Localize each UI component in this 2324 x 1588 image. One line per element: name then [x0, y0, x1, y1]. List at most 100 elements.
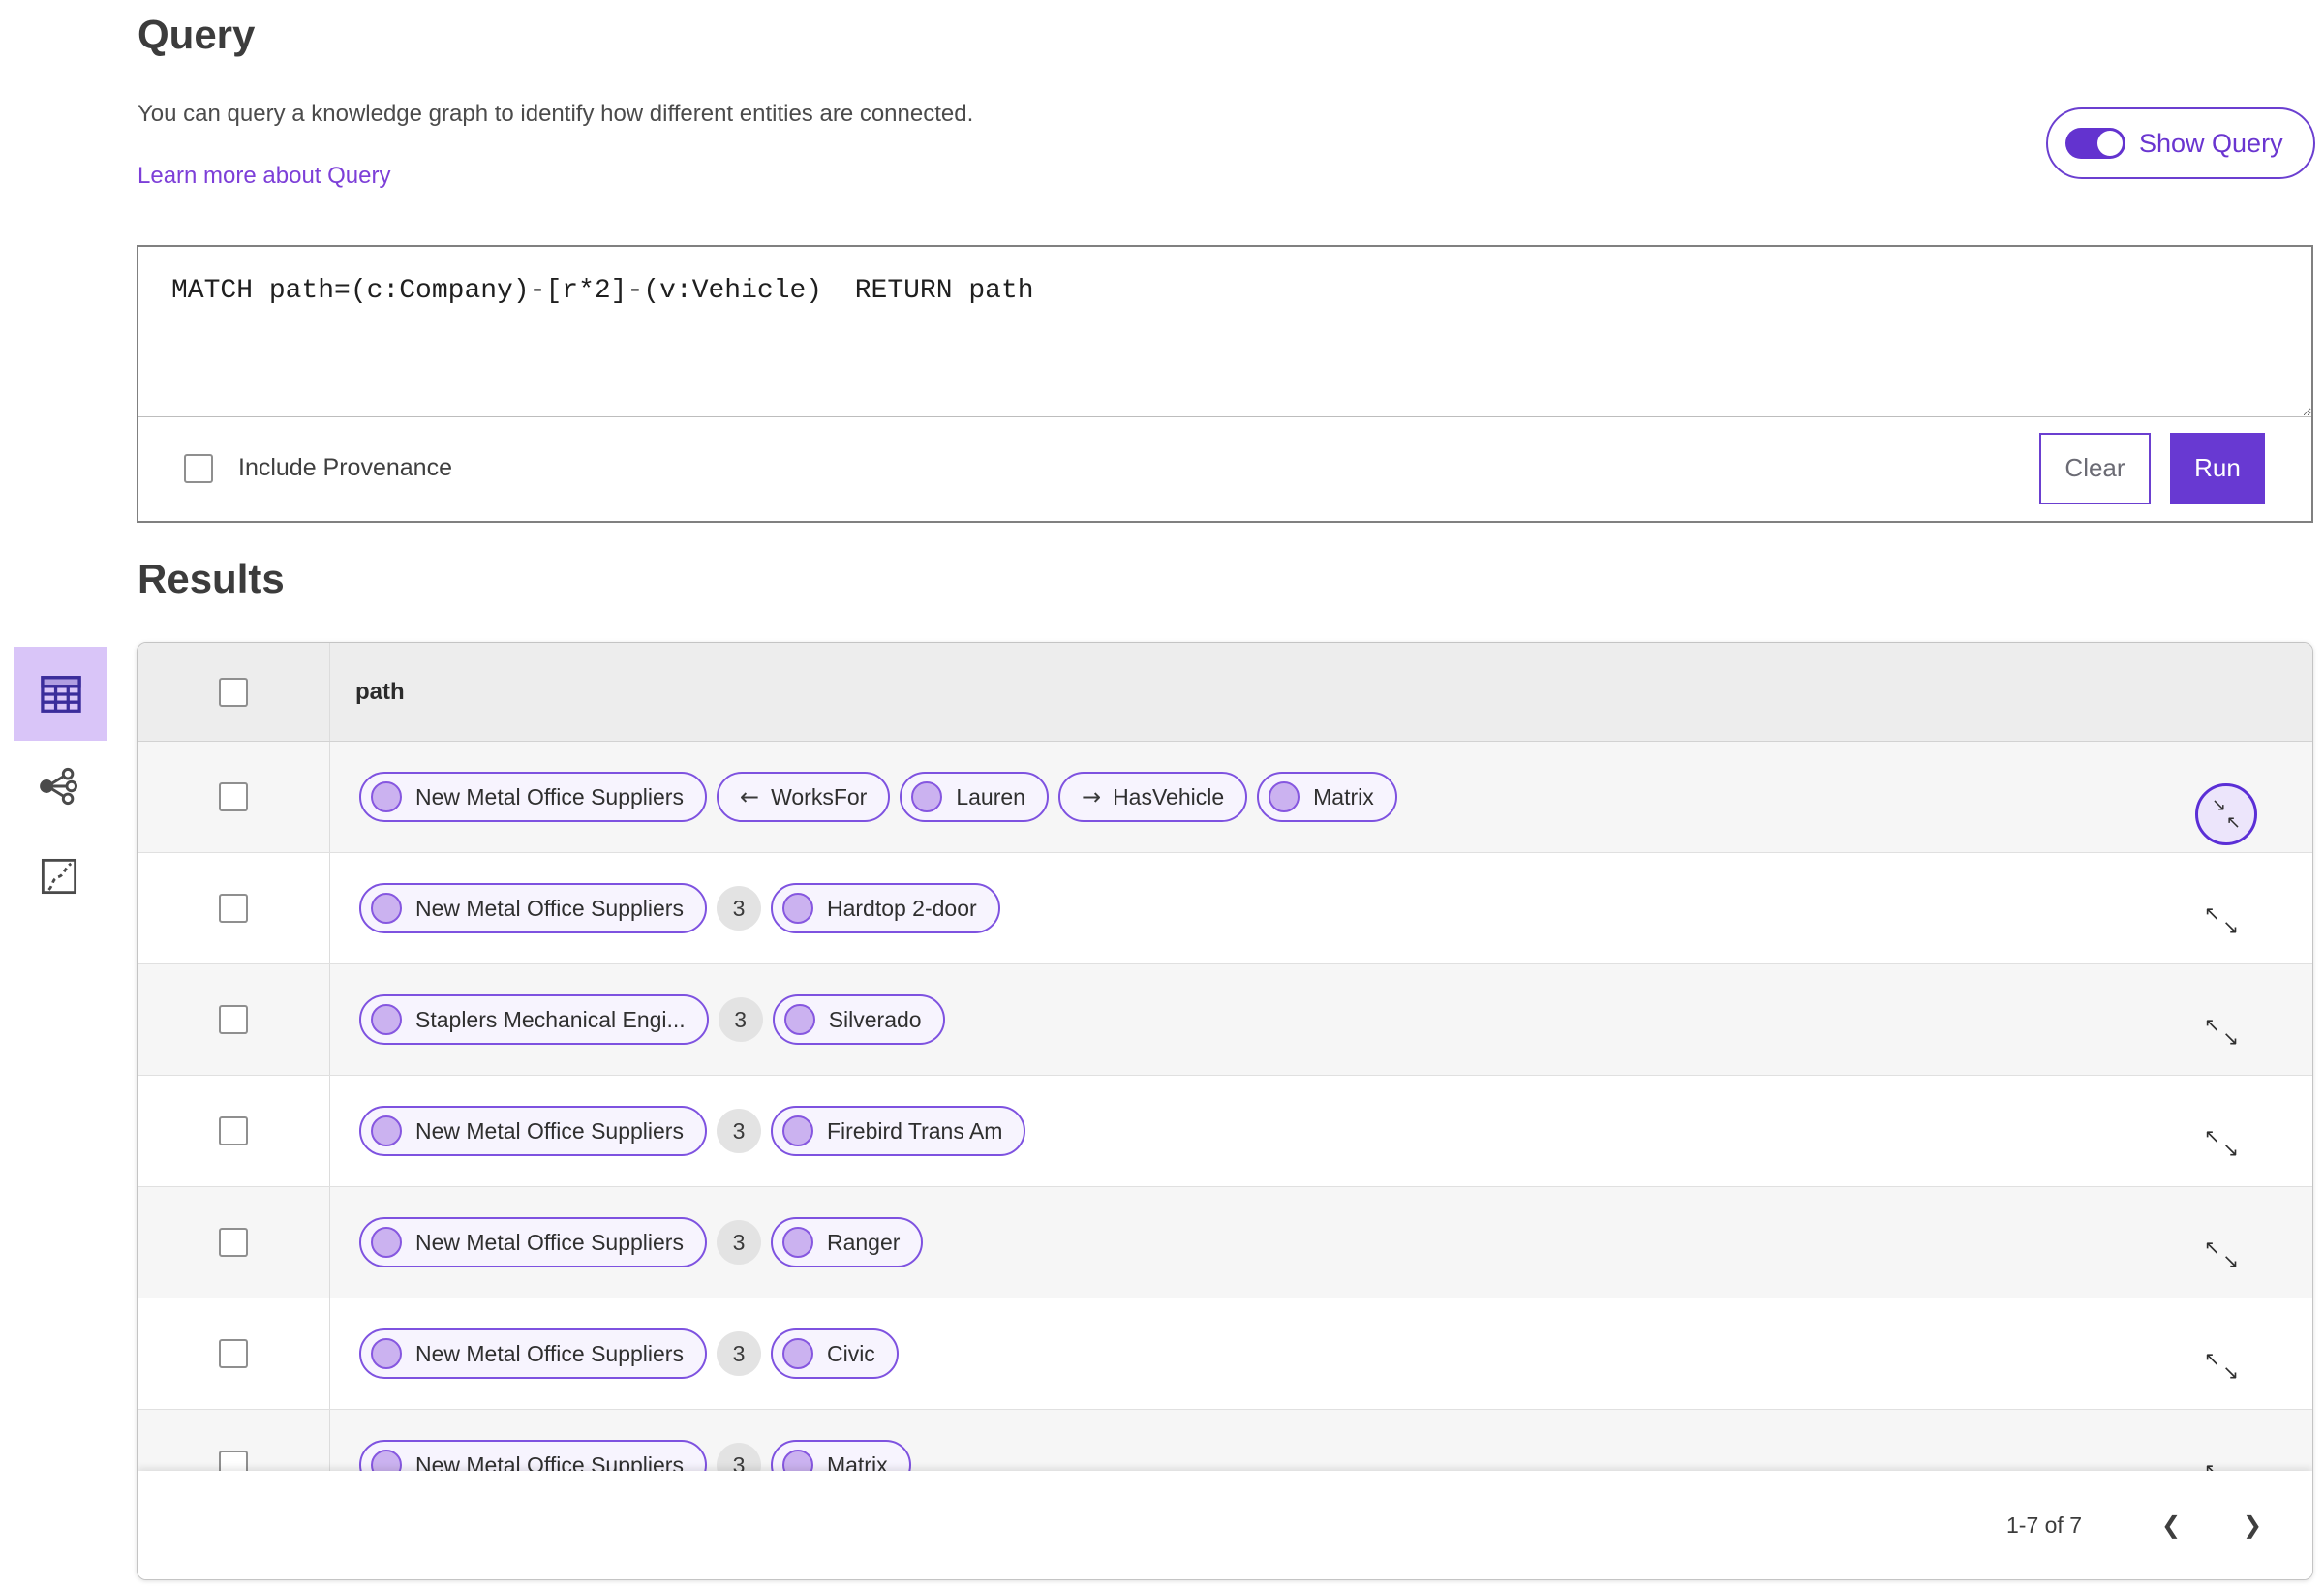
expand-row-button[interactable]: ↖↘: [2204, 1126, 2239, 1159]
node-circle-icon: [781, 893, 813, 924]
node-pill[interactable]: Civic: [770, 1328, 899, 1379]
learn-more-link[interactable]: Learn more about Query: [138, 163, 390, 190]
path-cell: New Metal Office Suppliers 3 Hardtop 2-doo…: [330, 883, 2312, 933]
path-column-header: path: [355, 678, 405, 705]
expand-arrow-nw-icon: ↖: [2204, 1124, 2220, 1147]
table-row: New Metal Office Suppliers 3 Ranger ↖ ↘: [138, 1187, 2312, 1298]
expand-arrow-nw-icon: ↖: [2204, 1347, 2220, 1370]
view-switcher-map[interactable]: [39, 856, 79, 897]
expand-arrow-se-icon: ↘: [2222, 1360, 2239, 1384]
row-select-cell: [138, 1187, 330, 1298]
expand-arrow-se-icon: ↘: [2222, 1249, 2239, 1272]
table-row: New Metal Office Suppliers 3 Firebird Tran…: [138, 1076, 2312, 1187]
view-switcher-table[interactable]: [14, 647, 107, 741]
path-cell: New Metal Office Suppliers 3 Civic: [330, 1328, 2312, 1379]
path-cell: New Metal Office Suppliers 3 Firebird Tran…: [330, 1106, 2312, 1156]
edge-pill[interactable]: ← WorksFor: [716, 772, 891, 822]
row-select-cell: [138, 1298, 330, 1409]
table-row: New Metal Office Suppliers ← WorksFor Laure…: [138, 742, 2312, 853]
query-page: { "colors": { "accent": "#6839d2", "acce…: [0, 0, 2324, 1588]
table-row: Staplers Mechanical Engi... 3 Silverado ↖ ↘: [138, 964, 2312, 1076]
node-pill[interactable]: Staplers Mechanical Engi...: [359, 994, 709, 1045]
node-label: Firebird Trans Am: [826, 1117, 1003, 1144]
arrow-left-icon: ←: [739, 783, 760, 810]
graph-view-icon: [37, 765, 79, 808]
map-view-icon: [39, 856, 79, 897]
row-checkbox[interactable]: [219, 782, 248, 811]
node-label: New Metal Office Suppliers: [415, 1340, 684, 1366]
row-checkbox[interactable]: [219, 1228, 248, 1257]
edge-count-badge: 3: [716, 1331, 761, 1376]
expand-row-button[interactable]: ↖↘: [2204, 1015, 2239, 1048]
node-label: Civic: [826, 1340, 875, 1366]
edge-label: HasVehicle: [1113, 783, 1225, 809]
path-cell: Staplers Mechanical Engi... 3 Silverado: [330, 994, 2312, 1045]
expand-arrow-se-icon: ↘: [2222, 1026, 2239, 1050]
expand-arrow-nw-icon: ↖: [2204, 1236, 2220, 1259]
node-label: New Metal Office Suppliers: [415, 1117, 684, 1144]
table-row: New Metal Office Suppliers 3 Civic ↖ ↘: [138, 1298, 2312, 1410]
expand-row-button[interactable]: ↖↘: [2204, 903, 2239, 936]
row-select-cell: [138, 964, 330, 1075]
node-pill[interactable]: New Metal Office Suppliers: [359, 1328, 707, 1379]
toggle-switch-icon: [2065, 128, 2125, 159]
edge-pill[interactable]: → HasVehicle: [1057, 772, 1248, 822]
collapse-row-button[interactable]: ↘ ↖: [2195, 783, 2257, 845]
row-checkbox[interactable]: [219, 1339, 248, 1368]
results-table: path New Metal Office Suppliers ← WorksFor…: [137, 642, 2313, 1580]
row-select-cell: [138, 742, 330, 852]
include-provenance-label: Include Provenance: [238, 454, 452, 481]
node-label: Ranger: [826, 1229, 901, 1255]
include-provenance-checkbox[interactable]: [184, 453, 213, 483]
run-button[interactable]: Run: [2170, 432, 2265, 504]
results-rows: New Metal Office Suppliers ← WorksFor Laure…: [138, 742, 2312, 1521]
pagination-next-button[interactable]: ❯: [2231, 1512, 2274, 1539]
query-editor-panel: MATCH path=(c:Company)-[r*2]-(v:Vehicle)…: [137, 245, 2313, 523]
node-circle-icon: [1269, 781, 1300, 812]
node-pill[interactable]: Silverado: [772, 994, 945, 1045]
row-checkbox[interactable]: [219, 894, 248, 923]
row-checkbox[interactable]: [219, 1116, 248, 1145]
pagination-prev-button[interactable]: ❮: [2150, 1512, 2192, 1539]
view-switcher-graph[interactable]: [37, 765, 79, 808]
edge-count-badge: 3: [716, 1220, 761, 1265]
expand-row-button[interactable]: ↖↘: [2204, 1237, 2239, 1270]
select-all-cell: [138, 643, 330, 741]
node-circle-icon: [371, 781, 402, 812]
show-query-toggle[interactable]: Show Query: [2046, 107, 2315, 179]
node-label: Matrix: [1313, 783, 1374, 809]
node-pill[interactable]: New Metal Office Suppliers: [359, 883, 707, 933]
table-header: path: [138, 643, 2312, 742]
node-pill[interactable]: New Metal Office Suppliers: [359, 772, 707, 822]
pagination-bar: 1-7 of 7 ❮ ❯: [138, 1471, 2312, 1579]
node-circle-icon: [371, 1004, 402, 1035]
table-view-icon: [40, 675, 82, 714]
node-label: Lauren: [956, 783, 1025, 809]
table-row: New Metal Office Suppliers 3 Hardtop 2-doo…: [138, 853, 2312, 964]
node-pill[interactable]: Ranger: [770, 1217, 924, 1267]
row-checkbox[interactable]: [219, 1005, 248, 1034]
expand-row-button[interactable]: ↖↘: [2204, 1349, 2239, 1382]
node-circle-icon: [371, 1338, 402, 1369]
path-cell: New Metal Office Suppliers ← WorksFor Laure…: [330, 772, 2312, 822]
results-title: Results: [138, 556, 285, 601]
node-circle-icon: [371, 1115, 402, 1146]
clear-button[interactable]: Clear: [2039, 432, 2151, 504]
node-label: Silverado: [828, 1006, 922, 1032]
select-all-checkbox[interactable]: [219, 677, 248, 707]
expand-arrow-nw-icon: ↖: [2204, 901, 2220, 925]
collapse-arrow-nw-icon: ↖: [2225, 812, 2241, 833]
query-buttons: Clear Run: [2039, 432, 2311, 504]
pagination-range: 1-7 of 7: [2006, 1512, 2082, 1538]
node-label: New Metal Office Suppliers: [415, 895, 684, 921]
edge-label: WorksFor: [771, 783, 868, 809]
query-editor-input[interactable]: MATCH path=(c:Company)-[r*2]-(v:Vehicle)…: [138, 247, 2311, 417]
node-pill[interactable]: New Metal Office Suppliers: [359, 1106, 707, 1156]
node-pill[interactable]: Firebird Trans Am: [770, 1106, 1026, 1156]
row-select-cell: [138, 853, 330, 963]
node-pill[interactable]: Lauren: [900, 772, 1049, 822]
node-pill[interactable]: New Metal Office Suppliers: [359, 1217, 707, 1267]
node-circle-icon: [911, 781, 943, 812]
node-pill[interactable]: Hardtop 2-door: [770, 883, 1000, 933]
node-pill[interactable]: Matrix: [1257, 772, 1397, 822]
